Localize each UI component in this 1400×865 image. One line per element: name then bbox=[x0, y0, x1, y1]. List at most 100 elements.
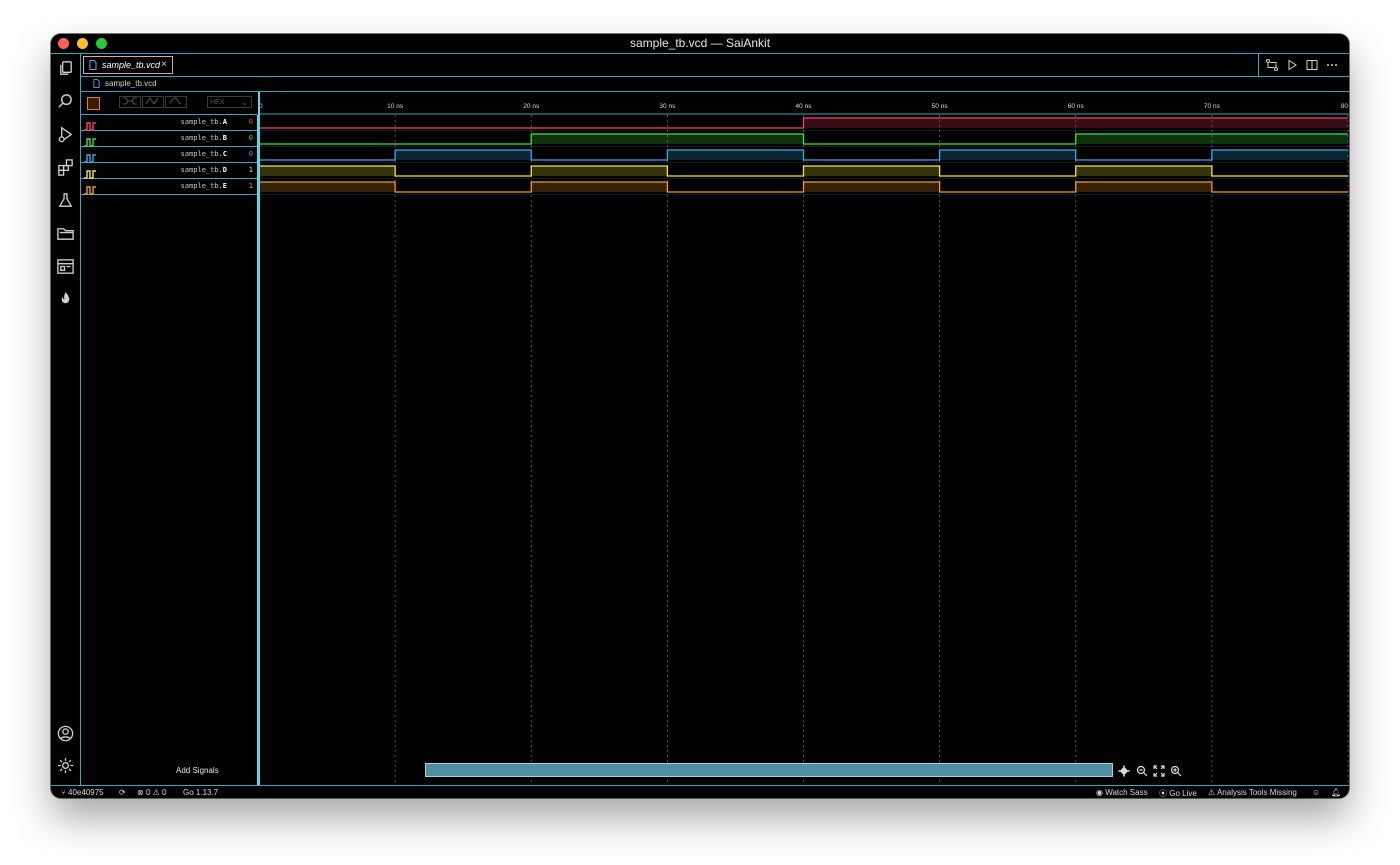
zoom-in-icon[interactable] bbox=[1170, 764, 1182, 777]
signal-high-fill bbox=[1211, 150, 1348, 160]
time-tick-label: 80 bbox=[1341, 103, 1349, 110]
settings-gear-icon[interactable] bbox=[56, 756, 75, 775]
signal-high-fill bbox=[531, 166, 668, 176]
editor-actions bbox=[1258, 54, 1349, 76]
digital-signal-icon bbox=[84, 149, 96, 163]
color-picker-button[interactable] bbox=[87, 97, 100, 110]
tab-sample-tb-vcd[interactable]: sample_tb.vcd × bbox=[83, 56, 173, 74]
sync-icon[interactable]: ⟳ bbox=[119, 788, 126, 797]
warning-icon: ⚠ bbox=[1208, 788, 1217, 797]
bus-display-button[interactable] bbox=[119, 96, 141, 108]
source-control-compare-icon[interactable] bbox=[1265, 58, 1279, 72]
broadcast-icon: ⦿ bbox=[1159, 789, 1170, 798]
digital-signal-icon bbox=[84, 165, 96, 179]
close-tab-icon[interactable]: × bbox=[161, 59, 167, 70]
analog-step-button[interactable] bbox=[165, 96, 187, 108]
breadcrumb: sample_tb.vcd bbox=[81, 77, 1349, 92]
signal-names-panel: Add Signals sample_tb.A 0 sample_tb.B 0 samp… bbox=[81, 115, 259, 785]
activity-bar bbox=[51, 54, 81, 785]
file-icon bbox=[89, 60, 97, 72]
signal-name: sample_tb.A bbox=[180, 118, 227, 126]
run-icon[interactable] bbox=[1285, 58, 1299, 72]
signal-high-fill bbox=[1075, 134, 1348, 144]
signal-name: sample_tb.D bbox=[180, 166, 227, 174]
extensions-icon[interactable] bbox=[56, 158, 75, 177]
signal-high-fill bbox=[803, 182, 940, 192]
time-tick-label: 10 ns bbox=[387, 103, 404, 110]
file-icon bbox=[93, 79, 100, 90]
platformio-icon[interactable] bbox=[56, 290, 75, 309]
vscode-window: sample_tb.vcd — SaiAnkit sample_tb.vcd ×… bbox=[51, 34, 1349, 798]
analog-linear-button[interactable] bbox=[142, 96, 164, 108]
signal-high-fill bbox=[395, 150, 532, 160]
waveform-viewer-icon[interactable] bbox=[56, 257, 75, 276]
watch-sass-button[interactable]: ◉ Watch Sass bbox=[1096, 788, 1148, 797]
title-bar: sample_tb.vcd — SaiAnkit bbox=[51, 34, 1349, 54]
format-select[interactable]: HEX ⌄ bbox=[207, 96, 252, 108]
status-bar: ⑂ 40e40975 ⟳ ⊗ 0 ⚠ 0 Go 1.13.7 ◉ Watch S… bbox=[51, 785, 1349, 798]
analysis-tools-warning[interactable]: ⚠ Analysis Tools Missing bbox=[1208, 788, 1297, 797]
folder-icon[interactable] bbox=[56, 224, 75, 243]
notifications-bell-icon[interactable]: 🔔︎ bbox=[1331, 788, 1341, 797]
waveform-toolbar: HEX ⌄ bbox=[81, 92, 257, 115]
zoom-fit-icon[interactable] bbox=[1153, 764, 1165, 777]
digital-signal-icon bbox=[84, 117, 96, 131]
signal-value: 0 bbox=[248, 150, 253, 158]
go-version[interactable]: Go 1.13.7 bbox=[183, 788, 218, 797]
git-branch[interactable]: ⑂ 40e40975 bbox=[61, 788, 104, 797]
signal-row[interactable]: sample_tb.D 1 bbox=[81, 163, 257, 179]
go-live-button[interactable]: ⦿ Go Live bbox=[1159, 788, 1197, 798]
git-branch-icon: ⑂ bbox=[61, 788, 69, 797]
format-select-value: HEX bbox=[210, 99, 225, 106]
split-editor-icon[interactable] bbox=[1305, 58, 1319, 72]
warning-icon: ⚠ bbox=[152, 788, 163, 797]
signal-high-fill bbox=[531, 134, 804, 144]
time-tick-label: 50 ns bbox=[932, 103, 949, 110]
signal-high-fill bbox=[803, 118, 1348, 128]
digital-signal-icon bbox=[84, 181, 96, 195]
signal-row[interactable]: sample_tb.B 0 bbox=[81, 131, 257, 147]
signal-high-fill bbox=[531, 182, 668, 192]
signal-value: 0 bbox=[248, 134, 253, 142]
time-tick-label: 30 ns bbox=[659, 103, 676, 110]
signal-high-fill bbox=[1075, 166, 1212, 176]
digital-signal-icon bbox=[84, 133, 96, 147]
horizontal-scrollbar[interactable] bbox=[425, 763, 1113, 777]
more-actions-icon[interactable] bbox=[1325, 58, 1339, 72]
settings-gear-icon[interactable] bbox=[1118, 764, 1130, 777]
signal-name: sample_tb.E bbox=[180, 182, 227, 190]
signal-value: 1 bbox=[248, 182, 253, 190]
signal-value: 1 bbox=[248, 166, 253, 174]
tab-label: sample_tb.vcd bbox=[102, 60, 161, 70]
window-title: sample_tb.vcd — SaiAnkit bbox=[629, 36, 771, 50]
testing-flask-icon[interactable] bbox=[56, 191, 75, 210]
run-debug-icon[interactable] bbox=[56, 125, 75, 144]
signal-row[interactable]: sample_tb.E 1 bbox=[81, 179, 257, 195]
signal-name: sample_tb.C bbox=[180, 150, 227, 158]
chevron-down-icon: ⌄ bbox=[241, 98, 248, 107]
error-icon: ⊗ bbox=[137, 788, 146, 797]
signal-high-fill bbox=[1075, 182, 1212, 192]
search-icon[interactable] bbox=[56, 92, 75, 111]
time-tick-label: 70 ns bbox=[1204, 103, 1221, 110]
editor-tab-bar: sample_tb.vcd × bbox=[81, 54, 1349, 77]
time-tick-label: 20 ns bbox=[523, 103, 540, 110]
signal-row[interactable]: sample_tb.C 0 bbox=[81, 147, 257, 163]
explorer-icon[interactable] bbox=[56, 59, 75, 78]
waveform-canvas[interactable]: 0 10 ns 20 ns 30 ns 40 ns 50 ns 60 ns 70 ns 80 bbox=[258, 92, 1349, 785]
problems-indicator[interactable]: ⊗ 0 ⚠ 0 bbox=[137, 788, 166, 797]
signal-value: 0 bbox=[248, 118, 253, 126]
signal-name: sample_tb.B bbox=[180, 134, 227, 142]
accounts-icon[interactable] bbox=[56, 724, 75, 743]
signal-high-fill bbox=[939, 150, 1076, 160]
time-tick-label: 60 ns bbox=[1068, 103, 1085, 110]
signal-high-fill bbox=[667, 150, 804, 160]
time-tick-label: 40 ns bbox=[796, 103, 813, 110]
signal-row[interactable]: sample_tb.A 0 bbox=[81, 115, 257, 131]
add-signals-button[interactable]: Add Signals bbox=[176, 766, 219, 775]
breadcrumb-file[interactable]: sample_tb.vcd bbox=[105, 79, 157, 88]
feedback-icon[interactable]: ☺ bbox=[1312, 788, 1320, 797]
eye-icon: ◉ bbox=[1096, 788, 1106, 797]
signal-high-fill bbox=[803, 166, 940, 176]
zoom-out-icon[interactable] bbox=[1136, 764, 1148, 777]
